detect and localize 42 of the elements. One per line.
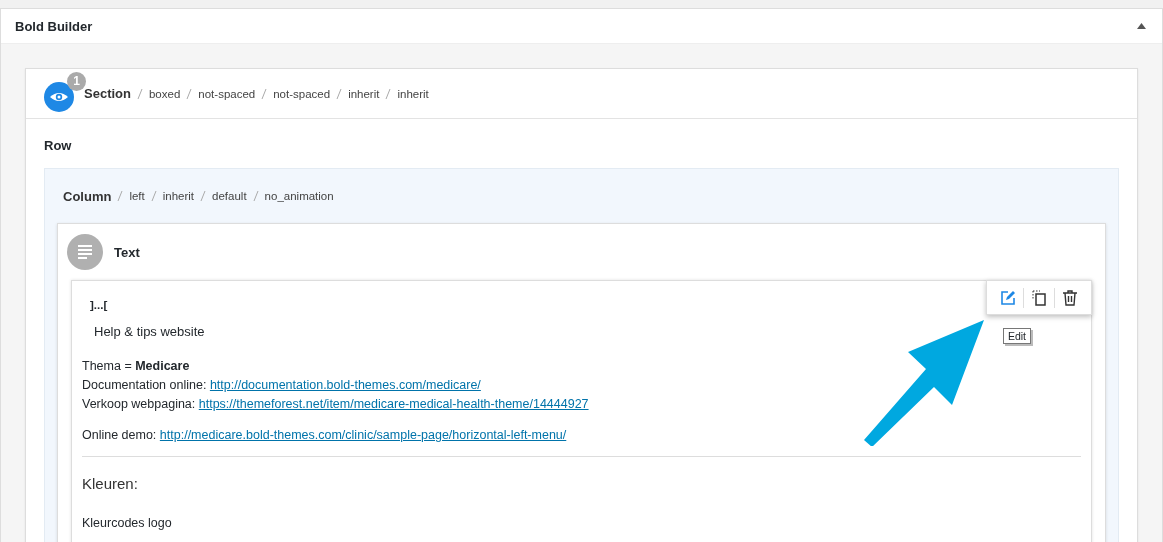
info-text: Verkoop webpagina: (82, 397, 196, 411)
text-element-icon (67, 234, 103, 270)
column-param: default (212, 190, 247, 202)
section-param: not-spaced (273, 87, 331, 100)
paragraph-text: Kleurcodes logo (82, 516, 173, 530)
column-param: no_animation (264, 190, 334, 202)
section-param: not-spaced (198, 87, 256, 100)
section-heading: Kleuren: (82, 475, 139, 492)
separator-slash-icon (336, 88, 343, 99)
separator-slash-icon (150, 191, 157, 201)
separator-slash-icon (385, 88, 392, 99)
trash-icon (1062, 289, 1078, 306)
section-label: Section (84, 86, 131, 101)
section-param: inherit (397, 87, 429, 100)
shortcode-text: ]...[ (90, 299, 109, 311)
column-param: inherit (162, 190, 195, 202)
info-text: Online demo: (82, 428, 157, 442)
column-param: left (129, 190, 145, 202)
collapse-toggle[interactable] (1135, 21, 1148, 31)
tooltip: Edit (1002, 328, 1031, 344)
column-label: Column (63, 188, 112, 204)
info-text: Thema = Medicare (82, 359, 190, 373)
edit-icon (1000, 289, 1016, 306)
info-text: Documentation online: (82, 378, 207, 392)
separator-slash-icon (252, 191, 259, 201)
copy-icon (1031, 289, 1047, 306)
separator-slash-icon (186, 88, 193, 99)
count-badge: 1 (67, 71, 86, 91)
section-param: boxed (148, 87, 181, 100)
url-link[interactable]: http://documentation.bold-themes.com/medicare/ (209, 378, 481, 392)
separator-slash-icon (136, 88, 143, 99)
section-param: inherit (348, 87, 380, 100)
separator-slash-icon (200, 191, 207, 201)
subtitle-text: Help & tips website (94, 324, 205, 339)
element-title: Text (114, 244, 140, 260)
panel-title: Bold Builder (15, 18, 93, 34)
row-label: Row (44, 137, 73, 155)
url-link[interactable]: http://medicare.bold-themes.com/clinic/sample-page/horizontal-left-menu/ (159, 428, 567, 442)
separator-slash-icon (261, 88, 268, 99)
separator-slash-icon (117, 191, 124, 201)
eye-icon[interactable] (44, 81, 74, 112)
url-link[interactable]: https://themeforest.net/item/medicare-medical-health-theme/14444927 (198, 397, 589, 411)
